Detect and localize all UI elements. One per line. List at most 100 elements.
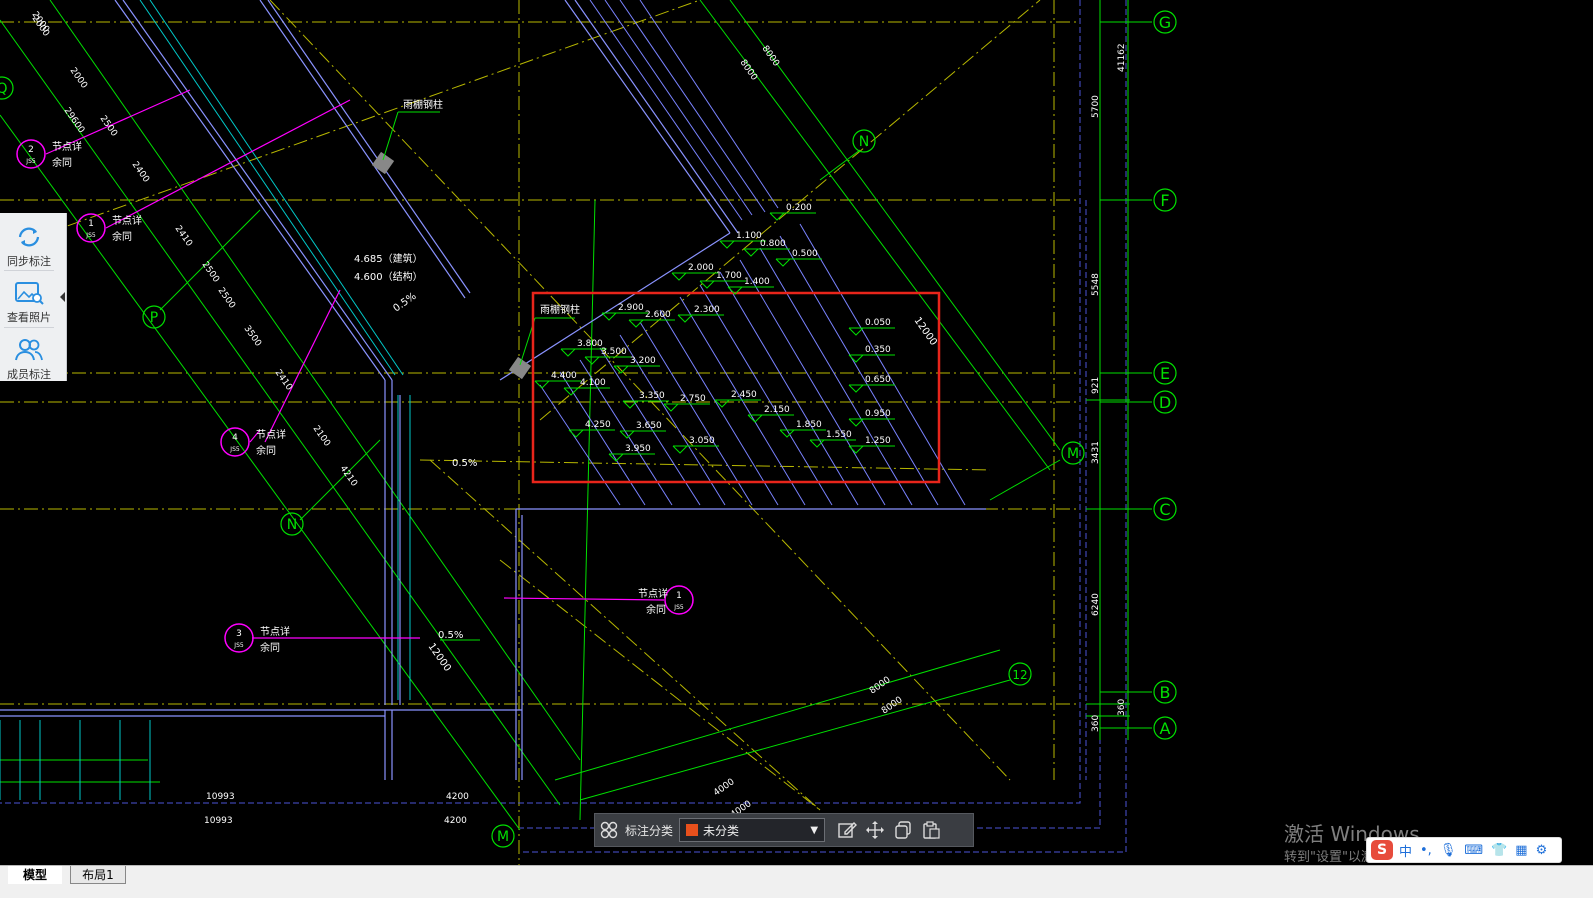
grid-label-Q: Q (0, 81, 8, 97)
elevation-triangle (848, 354, 864, 363)
callout-4-sub: JS5 (233, 642, 244, 649)
dim-bottom-2: 10993 (204, 816, 233, 826)
grid-label-P: P (150, 310, 158, 326)
members-icon (15, 339, 43, 361)
elevation-value: 2.450 (731, 390, 757, 400)
grid-label-N-top: N (859, 134, 869, 150)
category-value: 未分类 (703, 823, 740, 838)
elevation-value: 1.850 (796, 420, 822, 430)
elevation-value: 3.050 (689, 436, 715, 446)
member-annotation-button[interactable]: 成员标注 (0, 330, 58, 384)
copy-button[interactable] (889, 816, 917, 844)
category-label: 标注分类 (625, 823, 674, 838)
chevron-down-icon: ▼ (810, 824, 819, 836)
dim-left-4: 2400 (130, 160, 151, 185)
elevation-triangle (699, 280, 715, 289)
edit-button[interactable] (833, 816, 861, 844)
callout-2-t2: 余同 (112, 230, 132, 243)
keyboard-icon[interactable]: ⌨ (1464, 843, 1483, 858)
dim-right-0: 41162 (1117, 43, 1127, 72)
side-panel: 同步标注 查看照片 成员标注 (0, 213, 67, 381)
elevation-value: 1.100 (736, 231, 762, 241)
callout-1-num: 2 (28, 145, 34, 155)
dim-right-7: 360 (1091, 715, 1101, 732)
canopy-label-2: 雨棚钢柱 (540, 303, 580, 316)
dim-left-8: 3500 (242, 324, 263, 349)
grid-label-N-left: N (287, 517, 297, 533)
dim-right-1: 5700 (1091, 95, 1101, 118)
toolbox-icon[interactable]: ▦ (1515, 843, 1527, 858)
elevation-triangle (584, 356, 600, 365)
collapse-arrow-icon[interactable] (58, 291, 67, 303)
callout-4-num: 3 (236, 629, 242, 639)
elevation-triangle (743, 248, 759, 257)
elev-arch: 4.685（建筑） (354, 252, 423, 265)
dim-left-7: 2500 (216, 286, 237, 311)
elevation-value: 2.750 (680, 394, 706, 404)
paste-button[interactable] (917, 816, 945, 844)
member-annotation-label: 成员标注 (7, 368, 51, 381)
elevation-triangle (775, 258, 791, 267)
callout-1-t1: 节点详 (52, 140, 82, 153)
callout-3-num: 4 (232, 433, 238, 443)
punctuation-icon[interactable]: •, (1420, 843, 1432, 858)
tab-model[interactable]: 模型 (8, 866, 62, 884)
elevation-value: 3.950 (625, 444, 651, 454)
category-select[interactable]: 未分类 ▼ (679, 818, 826, 842)
layout-tab-strip: 模型 布局1 (0, 865, 1593, 898)
dim-bottom-1: 4200 (446, 792, 469, 802)
tab-layout1[interactable]: 布局1 (70, 866, 126, 884)
view-photos-button[interactable]: 查看照片 (0, 273, 58, 327)
elevation-value: 2.600 (645, 310, 671, 320)
callout-5-t2: 余同 (646, 603, 666, 616)
elevation-triangle (848, 327, 864, 336)
elevation-value: 3.500 (601, 347, 627, 357)
elevation-value: 3.800 (577, 339, 603, 349)
dim-right-3: 921 (1091, 377, 1101, 394)
callout-4-t1: 节点详 (260, 625, 290, 638)
dim-left-2: 29600 (62, 106, 87, 135)
sync-annotation-button[interactable]: 同步标注 (0, 217, 58, 271)
ime-toolbar[interactable]: S 中 •, 🎙 ⌨ 👕 ▦ ⚙ (1366, 837, 1562, 863)
elevation-value: 2.000 (688, 263, 714, 273)
elevation-value: 4.100 (580, 378, 606, 388)
elevation-triangle (534, 380, 550, 389)
grid-label-B: B (1160, 683, 1171, 702)
elevation-value: 3.200 (630, 356, 656, 366)
elevation-value: 0.050 (865, 318, 891, 328)
callout-3-sub: JS5 (229, 446, 240, 453)
grid-label-G: G (1159, 13, 1171, 32)
grid-view-button[interactable] (595, 816, 623, 844)
callout-5-num: 1 (676, 591, 682, 601)
grid-view-icon (600, 821, 618, 839)
copy-icon (895, 821, 911, 839)
elevation-value: 0.950 (865, 409, 891, 419)
dim-bottom-0: 10993 (206, 792, 235, 802)
category-swatch (686, 824, 699, 836)
grid-label-M-right: M (1067, 446, 1079, 462)
skin-icon[interactable]: 👕 (1491, 843, 1507, 858)
elevation-value: 1.250 (865, 436, 891, 446)
elevation-value: 2.900 (618, 303, 644, 313)
microphone-icon[interactable]: 🎙 (1440, 843, 1457, 858)
grid-label-E: E (1160, 364, 1170, 383)
move-button[interactable] (861, 816, 889, 844)
callout-2-sub: JS5 (85, 232, 96, 239)
elevation-value: 2.300 (694, 305, 720, 315)
dim-left-3: 2500 (98, 114, 119, 139)
dim-right-2: 5548 (1091, 273, 1101, 296)
ime-language[interactable]: 中 (1399, 841, 1412, 860)
dim-left-11: 4210 (338, 464, 359, 489)
grid-label-12: 12 (1012, 668, 1027, 682)
dim-left-5: 2410 (173, 224, 194, 249)
grid-label-C: C (1159, 500, 1170, 519)
canopy-label-1: 雨棚钢柱 (403, 98, 443, 111)
grid-label-F: F (1160, 191, 1169, 210)
cad-canvas[interactable]: G F E D C B A N M 12 P N M Q 41162 5700 … (0, 0, 1593, 865)
dim-12000-left: 12000 (426, 641, 453, 673)
dim-right-4: 3431 (1091, 441, 1101, 464)
elevation-value: 0.350 (865, 345, 891, 355)
cad-drawing: G F E D C B A N M 12 P N M Q 41162 5700 … (0, 0, 1177, 865)
dim-top-2: 8000 (738, 58, 759, 83)
settings-icon[interactable]: ⚙ (1536, 843, 1548, 858)
